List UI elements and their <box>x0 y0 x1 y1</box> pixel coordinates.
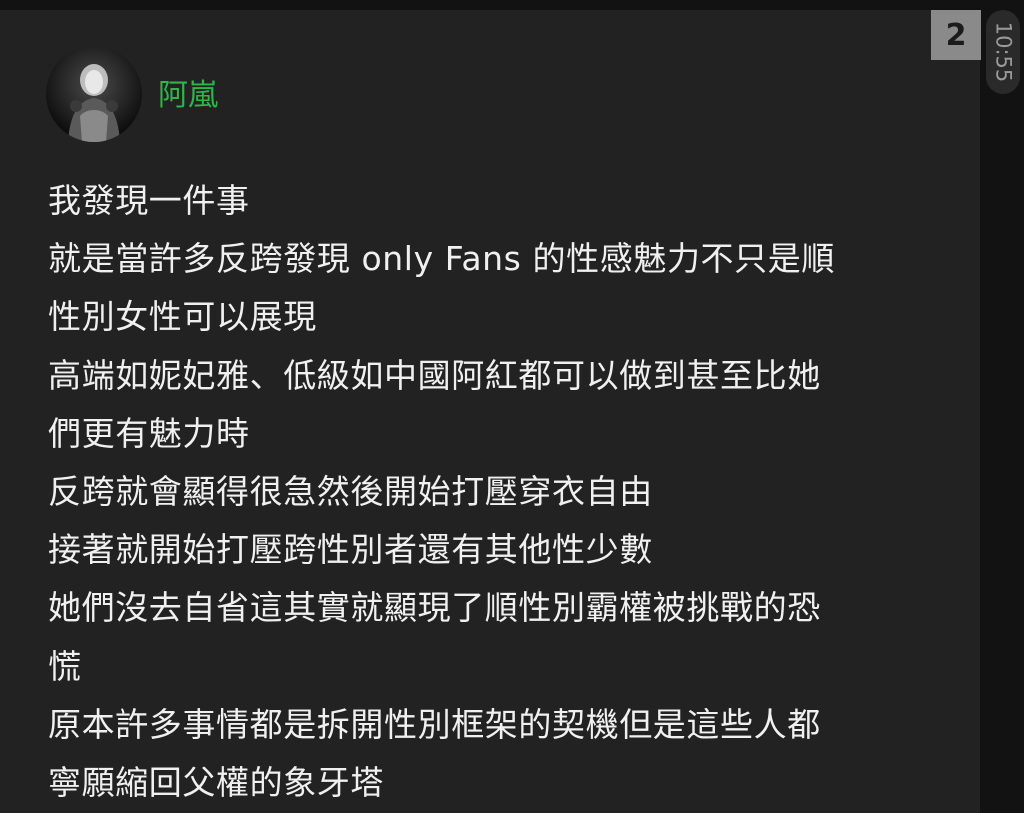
message-line: 高端如妮妃雅、低級如中國阿紅都可以做到甚至比她 <box>48 355 821 395</box>
message-line: 慌 <box>48 646 82 686</box>
message-body: 我發現一件事 就是當許多反跨發現 only Fans 的性感魅力不只是順 性別女… <box>48 172 958 812</box>
sender-name[interactable]: 阿嵐 <box>158 74 218 118</box>
avatar-image <box>68 64 120 142</box>
timestamp: 10:55 <box>991 21 1015 83</box>
message-line: 性別女性可以展現 <box>48 297 317 337</box>
message-line: 她們沒去自省這其實就顯現了順性別霸權被挑戰的恐 <box>48 588 821 628</box>
message-line: 接著就開始打壓跨性別者還有其他性少數 <box>48 530 653 570</box>
message-line: 原本許多事情都是拆開性別框架的契機但是這些人都 <box>48 704 821 744</box>
avatar[interactable] <box>46 46 142 142</box>
message-line: 就是當許多反跨發現 only Fans 的性感魅力不只是順 <box>48 239 835 279</box>
page-count-badge: 2 <box>931 10 981 60</box>
message-line: 反跨就會顯得很急然後開始打壓穿衣自由 <box>48 472 653 512</box>
message-line: 我發現一件事 <box>48 181 250 220</box>
message-bubble: 阿嵐 我發現一件事 就是當許多反跨發現 only Fans 的性感魅力不只是順 … <box>0 10 980 813</box>
message-line: 們更有魅力時 <box>48 413 250 453</box>
message-line: 寧願縮回父權的象牙塔 <box>48 763 384 803</box>
timestamp-pill: 10:55 <box>986 10 1020 94</box>
